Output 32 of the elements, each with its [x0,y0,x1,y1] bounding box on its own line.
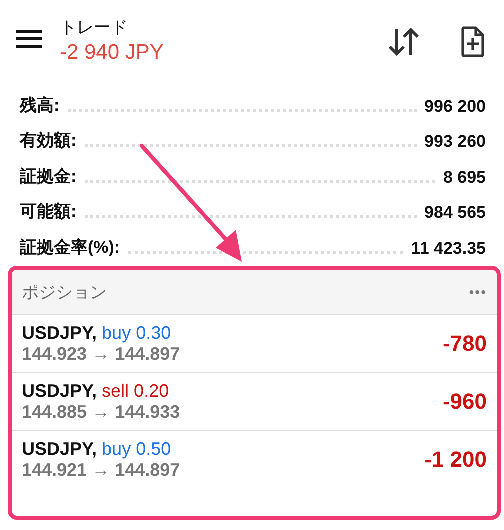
symbol: USDJPY, [22,438,98,460]
order-side: sell 0.20 [102,380,170,402]
summary-value: 984 565 [424,203,486,224]
summary-label: 残高: [20,94,60,116]
symbol: USDJPY, [22,380,98,402]
total-profit: -2 940 JPY [60,40,165,66]
summary-label: 証拠金率(%): [20,236,120,258]
order-side: buy 0.30 [102,322,172,344]
position-row[interactable]: USDJPY, buy 0.30 144.923 → 144.897 -780 [12,315,497,373]
sort-icon[interactable] [388,27,420,57]
summary-label: 可能額: [20,201,77,223]
summary-value: 993 260 [424,132,486,153]
more-button[interactable]: ••• [469,284,487,300]
position-profit: -1 200 [424,446,487,472]
section-title: ポジション [22,282,107,304]
position-row[interactable]: USDJPY, sell 0.20 144.885 → 144.933 -960 [12,373,497,431]
price-change: 144.885 → 144.933 [22,402,180,422]
new-order-icon[interactable] [460,26,486,58]
summary-value: 11 423.35 [411,238,486,260]
price-change: 144.921 → 144.897 [22,460,180,480]
symbol: USDJPY, [22,322,98,344]
position-profit: -960 [442,388,487,414]
menu-icon[interactable] [16,29,42,49]
summary-value: 996 200 [424,96,486,118]
position-profit: -780 [442,330,487,356]
screen-title: トレード [60,17,129,39]
summary-label: 有効額: [20,130,77,152]
order-side: buy 0.50 [102,438,172,460]
summary-label: 証拠金: [20,166,77,188]
summary-value: 8 695 [443,168,486,188]
price-change: 144.923 → 144.897 [22,344,180,364]
position-row[interactable]: USDJPY, buy 0.50 144.921 → 144.897 -1 200 [12,431,497,488]
